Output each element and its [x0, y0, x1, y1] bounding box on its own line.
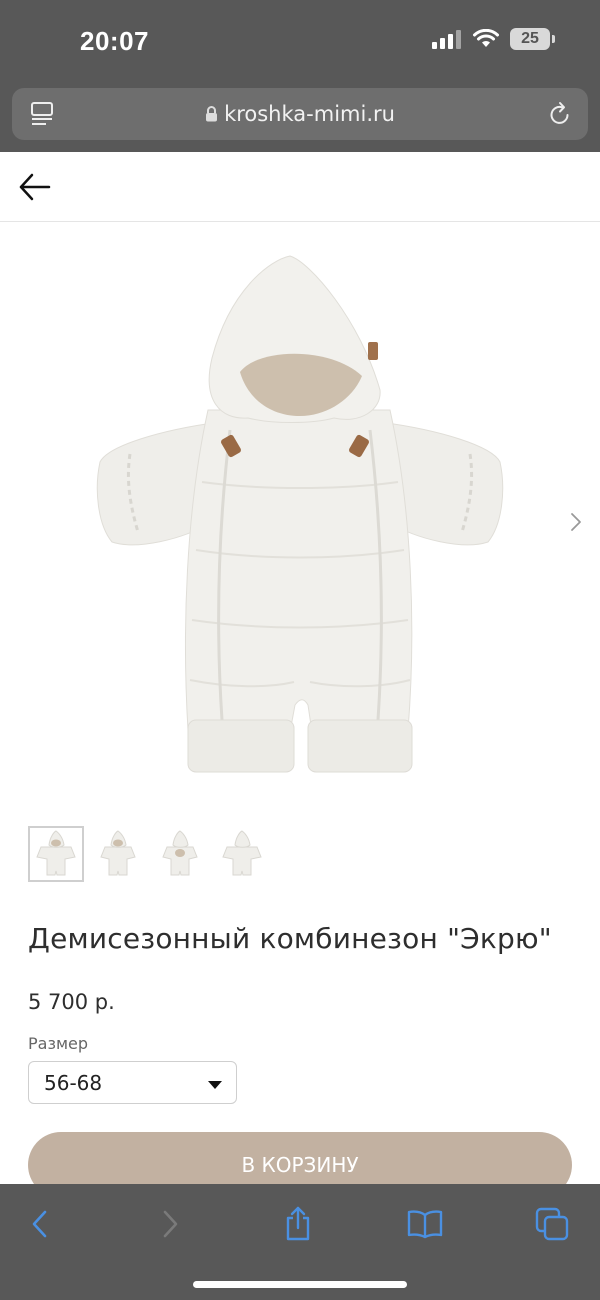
- signal-icon: [432, 30, 461, 49]
- status-time: 20:07: [80, 26, 149, 56]
- share-icon: [286, 1206, 310, 1241]
- forward-icon: [163, 1210, 178, 1238]
- chevron-right-icon[interactable]: [568, 510, 584, 534]
- toolbar-share-button[interactable]: [276, 1204, 320, 1244]
- product-price: 5 700 р.: [28, 990, 115, 1014]
- url-display[interactable]: kroshka-mimi.ru: [12, 102, 588, 126]
- thumbnail-image: [100, 830, 136, 876]
- thumbnail-1[interactable]: [28, 826, 84, 882]
- tabs-icon: [535, 1207, 569, 1241]
- product-main-image[interactable]: [90, 250, 510, 780]
- size-label: Размер: [28, 1034, 89, 1053]
- battery-level: 25: [521, 30, 539, 47]
- lock-icon: [206, 106, 218, 122]
- url-text: kroshka-mimi.ru: [224, 102, 395, 126]
- arrow-left-icon[interactable]: [18, 172, 52, 202]
- browser-top-bar: kroshka-mimi.ru: [0, 80, 600, 152]
- thumbnail-2[interactable]: [90, 826, 146, 882]
- back-icon: [32, 1210, 47, 1238]
- toolbar-tabs-button[interactable]: [530, 1204, 574, 1244]
- thumbnail-image: [162, 830, 198, 876]
- app-root: 20:07 25 kroshka-mimi.ru Демисезонный ко…: [0, 0, 600, 1300]
- product-title: Демисезонный комбинезон "Экрю": [28, 922, 552, 955]
- home-indicator: [193, 1281, 407, 1288]
- status-bar: 20:07 25: [0, 0, 600, 80]
- thumbnail-4[interactable]: [214, 826, 270, 882]
- size-select-value: 56-68: [44, 1071, 103, 1095]
- bookmarks-icon: [407, 1210, 443, 1239]
- thumbnail-3[interactable]: [152, 826, 208, 882]
- toolbar-back-button[interactable]: [18, 1204, 62, 1244]
- toolbar-bookmarks-button[interactable]: [403, 1204, 447, 1244]
- wifi-icon: [473, 29, 499, 47]
- thumbnail-image: [222, 830, 262, 876]
- caret-down-icon: [208, 1081, 222, 1089]
- size-select[interactable]: 56-68: [28, 1061, 237, 1104]
- battery-icon: 25: [510, 28, 555, 50]
- thumbnail-strip: [28, 826, 270, 882]
- reload-icon[interactable]: [548, 101, 572, 127]
- thumbnail-image: [36, 830, 76, 876]
- status-icons: 25: [432, 28, 555, 50]
- toolbar-forward-button[interactable]: [148, 1204, 192, 1244]
- page-header: [0, 152, 600, 222]
- address-bar[interactable]: kroshka-mimi.ru: [12, 88, 588, 140]
